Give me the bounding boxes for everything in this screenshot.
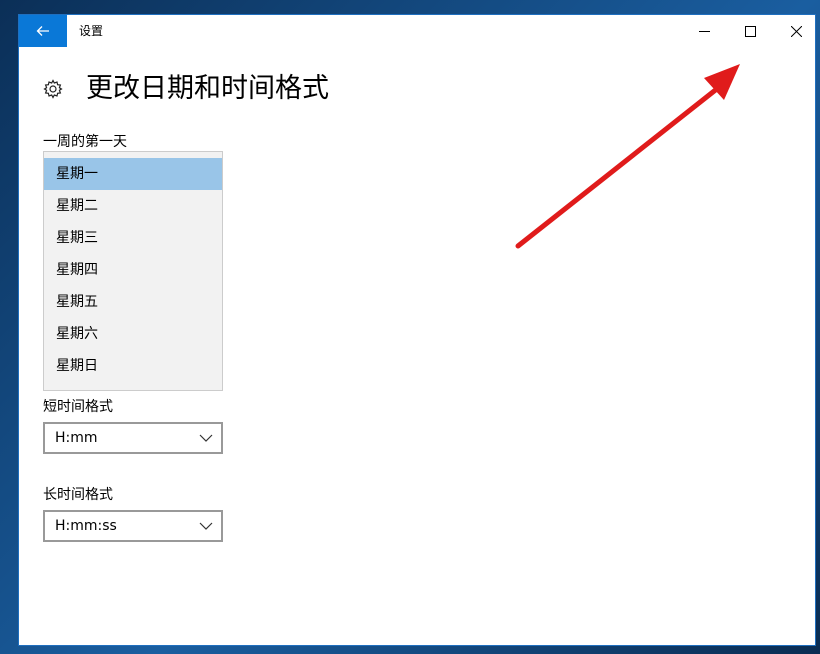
annotation-arrow bbox=[515, 64, 740, 249]
